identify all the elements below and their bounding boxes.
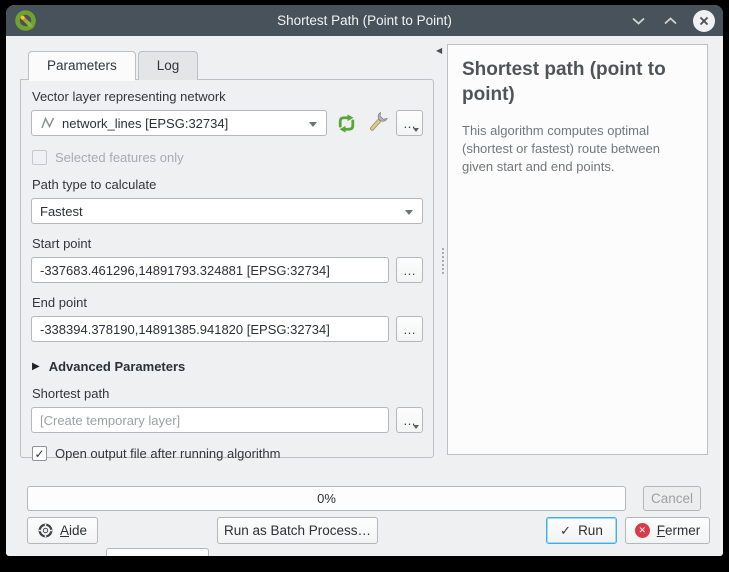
start-point-input[interactable]: -337683.461296,14891793.324881 [EPSG:327… — [31, 257, 389, 283]
ellipsis-icon: … — [403, 323, 416, 336]
shade-icon[interactable] — [629, 12, 647, 30]
help-label: Aide — [60, 523, 87, 538]
splitter-handle[interactable] — [442, 248, 445, 274]
network-layer-value: network_lines [EPSG:32734] — [62, 116, 228, 131]
path-type-label: Path type to calculate — [32, 177, 422, 192]
cancel-label: Cancel — [651, 491, 693, 506]
selected-features-label: Selected features only — [55, 150, 184, 165]
output-placeholder: [Create temporary layer] — [40, 413, 180, 428]
help-button[interactable]: Aide — [27, 517, 98, 544]
network-more-button[interactable]: … — [396, 110, 423, 136]
advanced-parameters-toggle[interactable]: ▶ Advanced Parameters — [32, 359, 422, 374]
run-as-batch-button[interactable]: Run as Batch Process… — [217, 517, 378, 544]
start-point-value: -337683.461296,14891793.324881 [EPSG:327… — [40, 263, 330, 278]
help-panel: Shortest path (point to point) This algo… — [447, 44, 708, 455]
tab-log[interactable]: Log — [138, 51, 199, 80]
maximize-icon[interactable] — [661, 12, 679, 30]
help-title: Shortest path (point to point) — [462, 58, 693, 107]
iterate-layer-icon[interactable] — [334, 111, 358, 135]
cancel-button[interactable]: Cancel — [643, 486, 701, 511]
progress-text: 0% — [317, 491, 336, 506]
close-window-icon[interactable] — [693, 10, 715, 32]
open-output-checkbox-row[interactable]: ✓ Open output file after running algorit… — [32, 446, 422, 461]
tab-bar: Parameters Log — [28, 51, 200, 80]
shortest-path-output-label: Shortest path — [32, 386, 422, 401]
chevron-down-icon — [309, 122, 317, 127]
panel-collapse-icon[interactable]: ◀ — [436, 46, 442, 55]
progress-bar: 0% — [27, 486, 626, 511]
check-icon: ✓ — [560, 523, 571, 539]
tab-parameters[interactable]: Parameters — [28, 51, 136, 80]
triangle-right-icon: ▶ — [32, 361, 40, 372]
end-point-more-button[interactable]: … — [396, 316, 423, 342]
open-output-checkbox[interactable]: ✓ — [32, 446, 47, 461]
advanced-label: Advanced — [117, 554, 177, 556]
end-point-label: End point — [32, 295, 422, 310]
path-type-combobox[interactable]: Fastest — [31, 198, 423, 224]
caret-down-icon — [413, 425, 419, 429]
help-description: This algorithm computes optimal (shortes… — [462, 122, 693, 176]
end-point-input[interactable]: -338394.378190,14891385.941820 [EPSG:327… — [31, 316, 389, 342]
advanced-parameters-label: Advanced Parameters — [49, 359, 186, 374]
run-label: Run — [578, 523, 603, 538]
close-dialog-button[interactable]: ✕ Fermer — [625, 517, 710, 544]
end-point-value: -338394.378190,14891385.941820 [EPSG:327… — [40, 322, 330, 337]
advanced-button[interactable]: Advanced — [106, 548, 209, 556]
start-point-more-button[interactable]: … — [396, 257, 423, 283]
shortest-path-output-input[interactable]: [Create temporary layer] — [31, 407, 389, 433]
start-point-label: Start point — [32, 236, 422, 251]
selected-features-checkbox-row[interactable]: Selected features only — [32, 150, 422, 165]
open-output-label: Open output file after running algorithm — [55, 446, 280, 461]
chevron-down-icon — [405, 210, 413, 215]
wrench-icon[interactable] — [365, 111, 389, 135]
ellipsis-icon: … — [403, 264, 416, 277]
lifebuoy-help-icon — [38, 523, 53, 538]
network-layer-label: Vector layer representing network — [32, 89, 422, 104]
checkmark-icon: ✓ — [34, 448, 44, 460]
run-button[interactable]: ✓ Run — [546, 517, 617, 544]
dialog-window: Shortest Path (Point to Point) Parameter… — [6, 5, 723, 556]
path-type-value: Fastest — [40, 204, 83, 219]
titlebar[interactable]: Shortest Path (Point to Point) — [6, 5, 723, 36]
close-label: Fermer — [657, 523, 701, 538]
batch-label: Run as Batch Process… — [224, 523, 371, 538]
line-layer-icon — [40, 115, 56, 131]
caret-down-icon — [413, 128, 419, 132]
window-title: Shortest Path (Point to Point) — [6, 13, 723, 28]
network-layer-combobox[interactable]: network_lines [EPSG:32734] — [31, 110, 327, 136]
selected-features-checkbox[interactable] — [32, 150, 47, 165]
output-more-button[interactable]: … — [396, 407, 423, 433]
parameters-panel: Vector layer representing network networ… — [20, 79, 434, 458]
red-close-icon: ✕ — [635, 523, 650, 538]
